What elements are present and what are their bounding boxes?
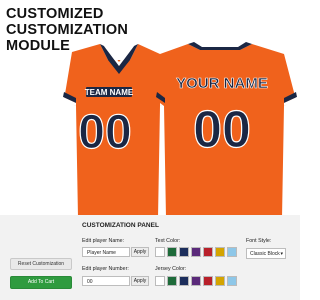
text-color-swatch-3[interactable]	[179, 247, 189, 257]
text-color-swatch-1[interactable]	[155, 247, 165, 257]
jersey-preview: TEAM NAME 00 YOUR NAME 00	[62, 42, 298, 218]
text-color-swatch-6[interactable]	[215, 247, 225, 257]
player-number-input[interactable]: 00	[82, 276, 130, 286]
team-name-text: TEAM NAME	[85, 88, 134, 97]
jersey-color-swatch-5[interactable]	[203, 276, 213, 286]
jersey-color-swatch-1[interactable]	[155, 276, 165, 286]
jersey-color-swatch-7[interactable]	[227, 276, 237, 286]
font-style-label: Font Style:	[246, 238, 272, 244]
heading-line-2: CUSTOMIZATION	[6, 22, 129, 38]
text-color-swatch-7[interactable]	[227, 247, 237, 257]
font-style-select[interactable]: Classic Block ▾	[246, 248, 286, 259]
text-color-swatch-5[interactable]	[203, 247, 213, 257]
front-number: 00	[78, 106, 131, 159]
chevron-down-icon: ▾	[280, 251, 283, 257]
text-color-swatch-2[interactable]	[167, 247, 177, 257]
jersey-color-swatch-6[interactable]	[215, 276, 225, 286]
apply-name-button[interactable]: Apply	[131, 247, 149, 257]
player-number-label: Edit player Number:	[82, 266, 129, 272]
jersey-front: TEAM NAME 00	[62, 44, 174, 218]
reset-customization-button[interactable]: Reset Customization	[10, 258, 72, 270]
player-name-text: YOUR NAME	[176, 75, 268, 92]
jersey-color-label: Jersey Color:	[155, 266, 187, 272]
player-name-label: Edit player Name:	[82, 238, 125, 244]
add-to-cart-button[interactable]: Add To Cart	[10, 276, 72, 289]
apply-number-button[interactable]: Apply	[131, 276, 149, 286]
panel-title: CUSTOMIZATION PANEL	[82, 222, 159, 229]
heading-line-1: CUSTOMIZED	[6, 6, 104, 22]
text-color-label: Text Color:	[155, 238, 181, 244]
font-style-value: Classic Block	[250, 251, 280, 257]
back-number: 00	[193, 101, 251, 159]
jersey-back: YOUR NAME 00	[156, 42, 298, 218]
player-name-input[interactable]: Player Name	[82, 247, 130, 257]
text-color-swatch-4[interactable]	[191, 247, 201, 257]
back-collar	[188, 42, 252, 50]
jersey-color-swatch-4[interactable]	[191, 276, 201, 286]
jersey-color-swatch-2[interactable]	[167, 276, 177, 286]
jersey-color-swatch-3[interactable]	[179, 276, 189, 286]
